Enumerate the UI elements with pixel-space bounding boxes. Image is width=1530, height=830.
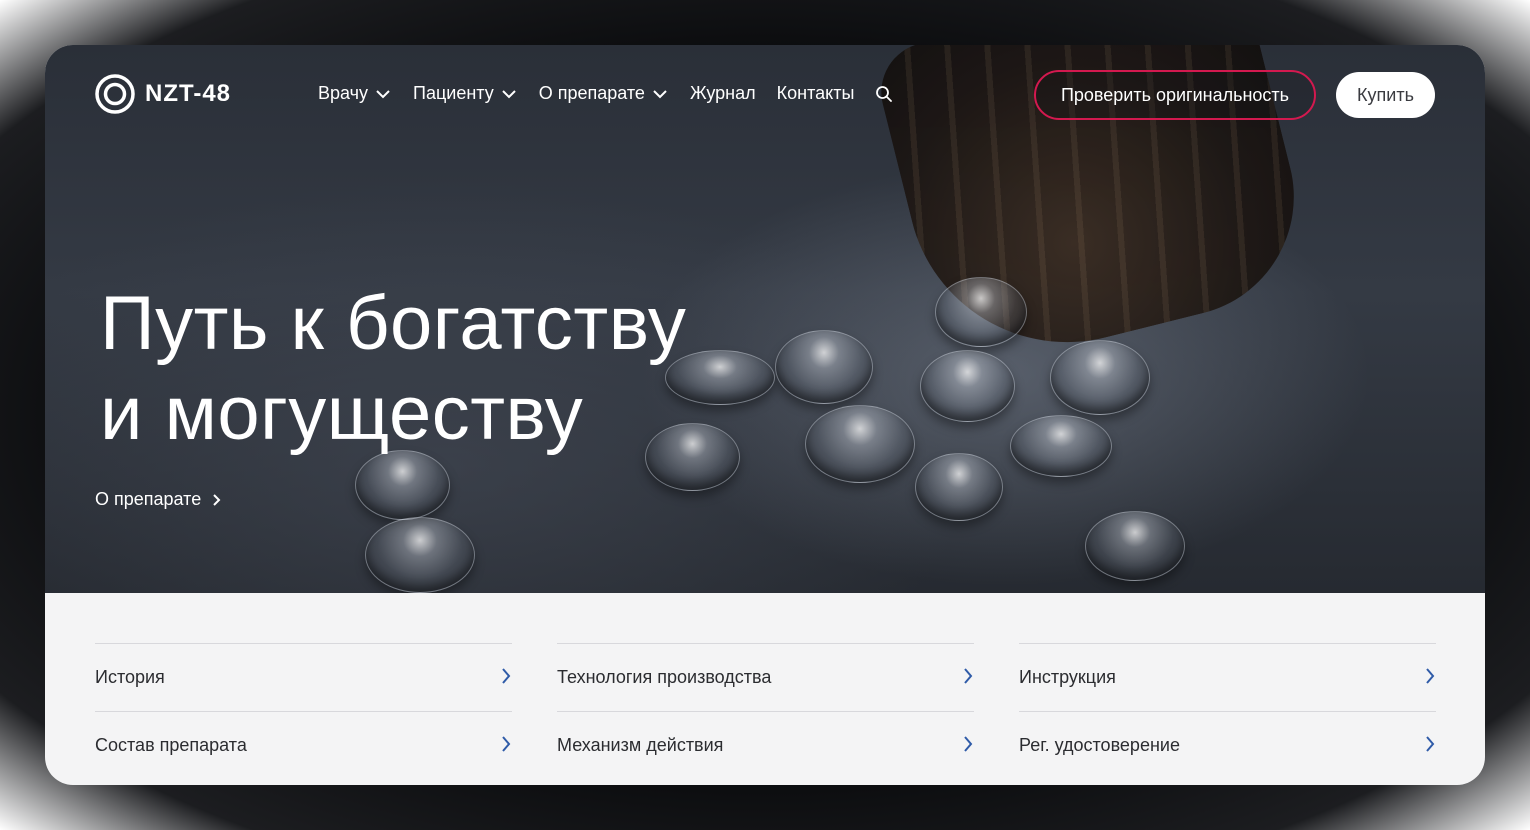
pill-image xyxy=(805,405,915,483)
pill-image xyxy=(1050,340,1150,415)
quick-link-history[interactable]: История xyxy=(95,643,512,711)
top-navigation: NZT-48 Врачу Пациенту О препарате Журнал xyxy=(45,45,1485,145)
hero-section: NZT-48 Врачу Пациенту О препарате Журнал xyxy=(45,45,1485,593)
hero-title-line-1: Путь к богатству xyxy=(100,281,687,366)
chevron-right-icon xyxy=(213,493,221,506)
about-drug-link-label: О препарате xyxy=(95,489,202,509)
chevron-down-icon xyxy=(502,89,516,98)
quick-link-registration-certificate[interactable]: Рег. удостоверение xyxy=(1019,711,1436,779)
pill-image xyxy=(365,517,475,593)
quick-link-production-technology[interactable]: Технология производства xyxy=(557,643,974,711)
brand-name: NZT-48 xyxy=(145,80,232,107)
concentric-circles-logo-icon xyxy=(95,74,135,114)
quick-link-composition[interactable]: Состав препарата xyxy=(95,711,512,779)
quick-link-label: История xyxy=(95,667,165,687)
pill-image xyxy=(1010,415,1112,477)
nav-item-contacts[interactable]: Контакты xyxy=(777,83,855,104)
buy-button[interactable]: Купить xyxy=(1336,72,1435,118)
pill-image xyxy=(355,450,450,520)
chevron-down-icon xyxy=(376,89,390,98)
quick-links-grid: История Технология производства Инструкц… xyxy=(95,643,1436,779)
quick-link-instructions[interactable]: Инструкция xyxy=(1019,643,1436,711)
main-menu: Врачу Пациенту О препарате Журнал Контак… xyxy=(318,83,893,104)
pill-image xyxy=(915,453,1003,521)
nav-item-label: Врачу xyxy=(318,83,369,103)
nav-item-patient[interactable]: Пациенту xyxy=(413,83,518,104)
page-card: NZT-48 Врачу Пациенту О препарате Журнал xyxy=(45,45,1485,785)
brand-logo[interactable]: NZT-48 xyxy=(95,74,231,114)
quick-link-label: Механизм действия xyxy=(557,735,724,755)
pill-image xyxy=(935,277,1027,347)
search-icon[interactable] xyxy=(875,85,893,103)
check-authenticity-button[interactable]: Проверить оригинальность xyxy=(1034,70,1316,120)
quick-link-label: Состав препарата xyxy=(95,735,247,755)
nav-item-doctor[interactable]: Врачу xyxy=(318,83,392,104)
pill-image xyxy=(775,330,873,404)
pill-image xyxy=(1085,511,1185,581)
chevron-right-icon xyxy=(502,735,511,752)
nav-item-label: Контакты xyxy=(776,83,855,103)
nav-item-label: О препарате xyxy=(538,83,645,103)
nav-item-label: Журнал xyxy=(689,83,756,103)
nav-item-journal[interactable]: Журнал xyxy=(690,83,756,104)
quick-link-mechanism[interactable]: Механизм действия xyxy=(557,711,974,779)
quick-link-label: Технология производства xyxy=(557,667,772,687)
chevron-down-icon xyxy=(653,89,667,98)
chevron-right-icon xyxy=(1426,735,1435,752)
chevron-right-icon xyxy=(502,667,511,684)
hero-title: Путь к богатству и могуществу xyxy=(100,279,686,459)
chevron-right-icon xyxy=(964,735,973,752)
chevron-right-icon xyxy=(1426,667,1435,684)
hero-title-line-2: и могуществу xyxy=(100,371,584,456)
chevron-right-icon xyxy=(964,667,973,684)
pill-image xyxy=(920,350,1015,422)
nav-item-about-drug[interactable]: О препарате xyxy=(539,83,669,104)
about-drug-link[interactable]: О препарате xyxy=(95,489,221,510)
nav-item-label: Пациенту xyxy=(413,83,494,103)
quick-link-label: Инструкция xyxy=(1019,667,1116,687)
quick-link-label: Рег. удостоверение xyxy=(1019,735,1180,755)
